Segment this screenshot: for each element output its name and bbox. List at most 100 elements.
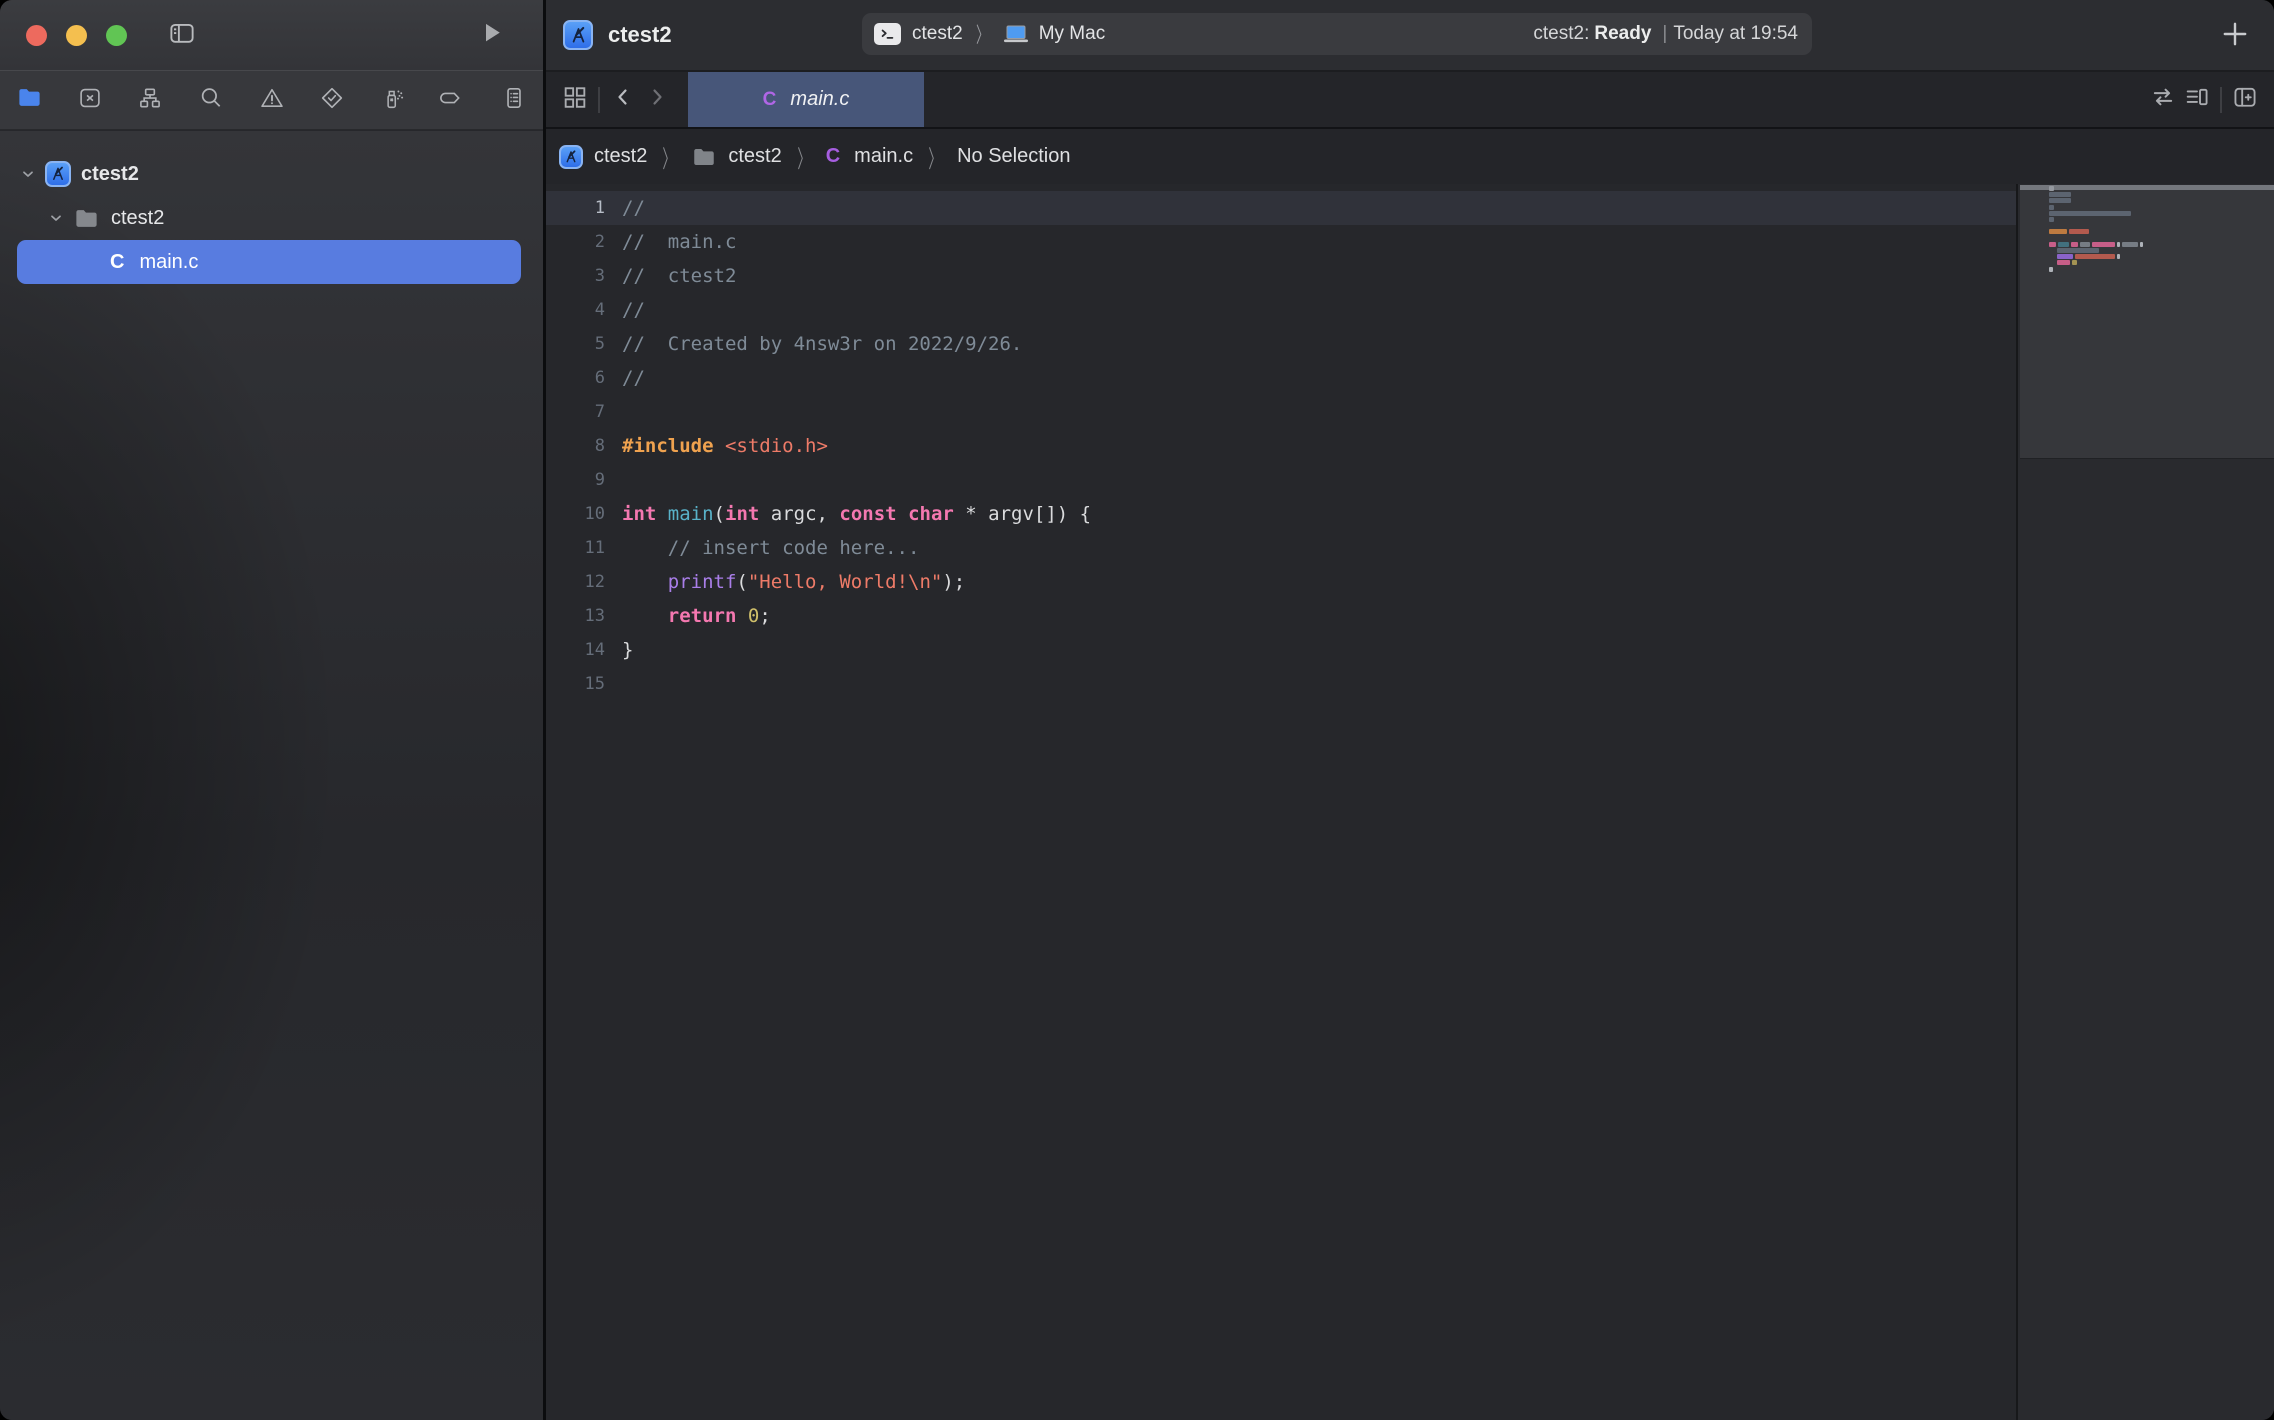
sidebar-toggle-icon [167,18,197,53]
add-tab-button[interactable] [2218,17,2252,56]
code-line[interactable]: 9 [546,463,2016,497]
code-review-icon [2149,83,2177,116]
project-app-icon [45,161,71,187]
line-number: 3 [546,266,605,286]
minimap-cursor-line [2020,185,2274,190]
project-navigator-tab[interactable] [14,85,44,115]
sidebar-toggle-button[interactable] [167,18,197,53]
go-back-button[interactable] [606,83,640,117]
code-area[interactable]: 1//2// main.c3// ctest24//5// Created by… [546,184,2016,1420]
status-state: Ready [1594,23,1651,45]
jump-bar: ctest2 〉 ctest2 〉 C main.c 〉 No Selectio… [546,129,2274,184]
scheme-name[interactable]: ctest2 [912,23,963,45]
zoom-icon[interactable] [106,25,127,46]
file-tree: ctest2 ctest2 C main.c [0,131,543,284]
folder-icon [691,144,717,170]
minimap-line [2049,267,2053,272]
test-navigator-tab[interactable] [317,85,347,115]
c-file-badge: C [763,89,777,111]
project-icon [559,145,583,169]
line-number: 10 [546,504,605,524]
report-navigator-tab[interactable] [499,85,529,115]
code-line[interactable]: 15 [546,667,2016,701]
toolbar-separator [2220,87,2222,113]
code-review-button[interactable] [2146,83,2180,117]
tree-row-group[interactable]: ctest2 [0,196,543,240]
add-editor-button[interactable] [2228,83,2262,117]
toolbar-separator [598,87,600,113]
tab-overview-button[interactable] [558,83,592,117]
test-navigator-icon [319,85,345,116]
code-line[interactable]: 3// ctest2 [546,259,2016,293]
line-number: 8 [546,436,605,456]
tab-main-c[interactable]: C main.c [688,72,924,127]
chevron-down-icon[interactable] [48,210,64,226]
code-line[interactable]: 11 // insert code here... [546,531,2016,565]
code-line[interactable]: 7 [546,395,2016,429]
breadcrumb-item-no-selection[interactable]: No Selection [957,145,1070,168]
breakpoint-navigator-tab[interactable] [438,85,468,115]
code-line[interactable]: 8#include <stdio.h> [546,429,2016,463]
status-project: ctest2: [1533,23,1589,45]
navigator-bar [0,70,543,130]
breakpoint-navigator-icon [440,85,466,116]
editor-options-button[interactable] [2180,83,2214,117]
code-text: #include <stdio.h> [605,435,828,457]
minimap-line [2049,211,2131,216]
chevron-down-icon[interactable] [20,166,36,182]
plus-icon [2218,38,2252,55]
issue-navigator-tab[interactable] [257,85,287,115]
code-line[interactable]: 2// main.c [546,225,2016,259]
project-navigator-panel: ctest2 ctest2 C main.c [0,131,543,1420]
line-number: 4 [546,300,605,320]
code-line[interactable]: 6// [546,361,2016,395]
breadcrumb-item[interactable]: ctest2 [594,145,647,168]
go-forward-button[interactable] [640,83,674,117]
terminal-icon [874,23,901,45]
code-line[interactable]: 1// [546,191,2016,225]
breadcrumb-item[interactable]: ctest2 [728,145,781,168]
breadcrumb-item[interactable]: main.c [854,145,913,168]
code-text: // ctest2 [605,265,736,287]
issue-navigator-icon [259,85,285,116]
line-number: 1 [546,198,605,218]
tree-row-file-selected[interactable]: C main.c [17,240,521,284]
minimap-line [2049,217,2054,222]
close-icon[interactable] [26,25,47,46]
code-line[interactable]: 14} [546,633,2016,667]
status-separator: | [1662,23,1667,45]
minimap-divider [2020,458,2274,459]
window-project-title: ctest2 [608,0,672,70]
code-line[interactable]: 10int main(int argc, const char * argv[]… [546,497,2016,531]
activity-and-scheme-bar[interactable]: ctest2 〉 My Mac ctest2: Ready | Today at… [862,13,1812,55]
line-number: 14 [546,640,605,660]
run-destination[interactable]: My Mac [1039,23,1106,45]
minimize-icon[interactable] [66,25,87,46]
symbol-navigator-tab[interactable] [135,85,165,115]
activity-status[interactable]: ctest2: Ready | Today at 19:54 [1533,13,1798,55]
sidebar-divider[interactable] [543,0,546,1420]
tree-row-project[interactable]: ctest2 [0,152,543,196]
minimap-line [2049,192,2071,197]
main-toolbar: ctest2 ctest2 〉 My Mac ctest2 [546,0,2274,72]
code-line[interactable]: 5// Created by 4nsw3r on 2022/9/26. [546,327,2016,361]
code-line[interactable]: 13 return 0; [546,599,2016,633]
code-text: // [605,299,645,321]
traffic-lights [26,25,127,46]
source-control-navigator-tab[interactable] [75,85,105,115]
report-navigator-icon [501,85,527,116]
laptop-icon [1002,23,1030,45]
code-text: // Created by 4nsw3r on 2022/9/26. [605,333,1022,355]
sidebar-toolbar [0,0,543,70]
line-number: 5 [546,334,605,354]
debug-navigator-tab[interactable] [378,85,408,115]
minimap-line [2049,186,2054,191]
code-line[interactable]: 12 printf("Hello, World!\n"); [546,565,2016,599]
minimap[interactable] [2016,184,2274,1420]
folder-icon [73,205,100,232]
minimap-line [2057,254,2120,259]
find-navigator-tab[interactable] [196,85,226,115]
c-file-badge: C [110,251,124,274]
code-line[interactable]: 4// [546,293,2016,327]
run-button[interactable] [471,14,511,54]
